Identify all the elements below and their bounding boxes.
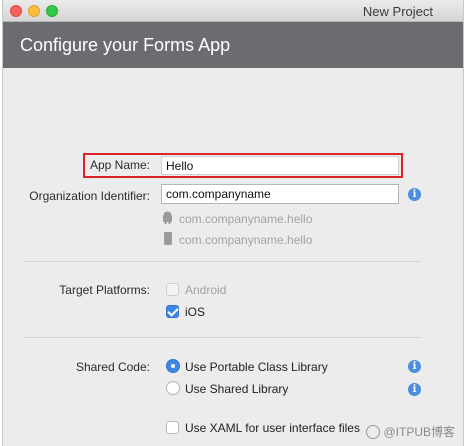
target-platforms-label: Target Platforms: <box>59 283 150 297</box>
ios-checkbox[interactable] <box>166 305 179 318</box>
portable-class-library-label: Use Portable Class Library <box>185 360 328 374</box>
divider <box>23 261 421 262</box>
xaml-checkbox[interactable] <box>166 421 179 434</box>
close-window-button[interactable] <box>10 5 22 17</box>
info-icon[interactable]: i <box>408 188 421 201</box>
title-bar: New Project <box>3 0 463 22</box>
page-title: Configure your Forms App <box>20 35 231 55</box>
android-bundle-id: com.companyname.hello <box>179 212 313 226</box>
info-icon[interactable]: i <box>408 383 421 396</box>
android-option-label: Android <box>185 283 227 297</box>
maximize-window-button[interactable] <box>46 5 58 17</box>
android-checkbox[interactable] <box>166 283 179 296</box>
watermark: @ITPUB博客 <box>366 423 455 440</box>
divider <box>23 337 421 338</box>
page-header: Configure your Forms App <box>3 22 463 68</box>
portable-class-library-radio[interactable] <box>166 359 180 373</box>
app-name-field[interactable]: Hello <box>161 156 399 175</box>
android-icon <box>162 211 173 229</box>
ios-bundle-id: com.companyname.hello <box>179 233 313 247</box>
xaml-option-label: Use XAML for user interface files <box>185 421 360 435</box>
shared-library-label: Use Shared Library <box>185 382 289 396</box>
app-name-label: App Name: <box>89 158 150 172</box>
new-project-window: New Project Configure your Forms App App… <box>2 0 464 446</box>
organization-identifier-label: Organization Identifier: <box>29 189 150 203</box>
itpub-logo-icon <box>366 424 381 439</box>
ios-option-label: iOS <box>185 305 206 319</box>
watermark-text: @ITPUB博客 <box>383 425 455 439</box>
organization-identifier-field[interactable]: com.companyname <box>161 184 399 204</box>
shared-library-radio[interactable] <box>166 381 180 395</box>
iphone-icon <box>164 232 172 250</box>
shared-code-label: Shared Code: <box>75 360 150 374</box>
info-icon[interactable]: i <box>408 360 421 373</box>
window-title: New Project <box>362 4 433 19</box>
minimize-window-button[interactable] <box>28 5 40 17</box>
